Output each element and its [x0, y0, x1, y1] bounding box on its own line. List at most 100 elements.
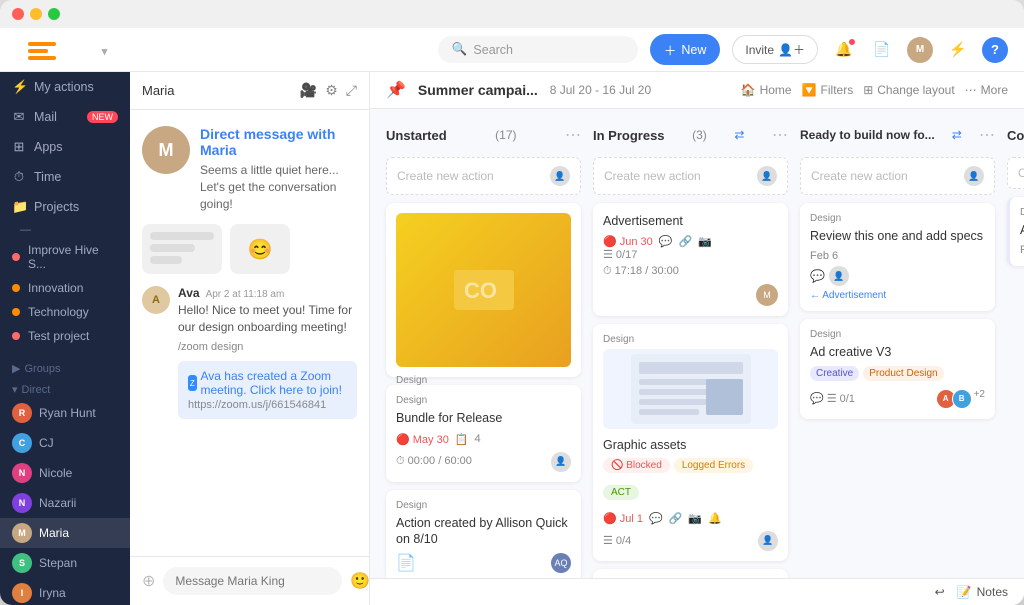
col-menu-unstarted[interactable]: ⋯	[565, 125, 581, 145]
minimize-button[interactable]	[30, 8, 42, 20]
notes-button[interactable]: 📝 Notes	[957, 585, 1008, 599]
apps-button[interactable]: ⚡	[944, 36, 972, 64]
document-button[interactable]: 📄	[868, 36, 896, 64]
actions-icon: ⚡	[12, 79, 26, 95]
card-advertisement[interactable]: Advertisement 🔴 Jun 30 💬 🔗 📷 ☰ 0/17 ⏱ 17…	[593, 203, 788, 316]
maximize-button[interactable]	[48, 8, 60, 20]
sidebar-groups-section[interactable]: ▶ Groups	[0, 356, 130, 377]
board-title: Summer campai...	[418, 82, 538, 98]
apps-grid-icon: ⊞	[12, 139, 26, 155]
undo-button[interactable]: ↩	[935, 585, 945, 599]
card-bundle-release[interactable]: Design Bundle for Release 🔴 May 30 📋 4 ⏱…	[386, 385, 581, 481]
zoom-url: https://zoom.us/j/661546841	[188, 399, 347, 411]
search-placeholder: Search	[473, 43, 513, 57]
project-dot	[12, 308, 20, 316]
sidebar-project-technology[interactable]: Technology	[0, 300, 130, 324]
dm-cj[interactable]: C CJ	[0, 428, 130, 458]
new-button[interactable]: ＋ New	[650, 34, 721, 65]
card-title: Ad creative ...	[1020, 222, 1024, 238]
task-count: 4	[475, 433, 481, 445]
dm-nazarii[interactable]: N Nazarii	[0, 488, 130, 518]
card-title: Action created by Allison Quick on 8/10	[396, 515, 571, 548]
sidebar-item-mail[interactable]: ✉ Mail NEW	[0, 102, 130, 132]
avatar: N	[12, 493, 32, 513]
sidebar-project-innovation[interactable]: Innovation	[0, 276, 130, 300]
card-ad-creative-v3[interactable]: Design Ad creative V3 Creative Product D…	[800, 319, 995, 418]
expand-icon[interactable]: ⤢	[346, 82, 357, 99]
card-ref: ← Advertisement	[810, 290, 985, 301]
create-action-ready[interactable]: Create new action 👤	[800, 157, 995, 195]
assign-icon: 👤	[758, 531, 778, 551]
card-doc-thumb	[603, 349, 778, 429]
card-time-tracking[interactable]: CO Design Time tracking app 🚫 Blocked 🔴 …	[386, 203, 581, 377]
dm-iryna[interactable]: I Iryna	[0, 578, 130, 605]
video-icon[interactable]: 🎥	[300, 82, 317, 99]
sidebar-label-mail: Mail	[34, 110, 57, 124]
topbar-icons: 🔔 📄 M ⚡ ?	[830, 36, 1008, 64]
card-graphic-assets[interactable]: Design Graphi	[593, 324, 788, 560]
close-button[interactable]	[12, 8, 24, 20]
assign-avatar: AQ	[551, 553, 571, 573]
creative-chip: Creative	[810, 366, 859, 381]
board-date: 8 Jul 20 - 16 Jul 20	[550, 83, 651, 97]
home-button[interactable]: 🏠 Home	[741, 83, 792, 97]
sidebar-item-apps[interactable]: ⊞ Apps	[0, 132, 130, 162]
col-title-ready: Ready to build now fo...	[800, 128, 935, 142]
meta-icon: 🔗	[669, 512, 683, 525]
zoom-link-card[interactable]: Z Ava has created a Zoom meeting. Click …	[178, 361, 357, 419]
sidebar-label-projects: Projects	[34, 200, 79, 214]
avatar: B	[952, 389, 972, 409]
dm-maria[interactable]: M Maria	[0, 518, 130, 548]
invite-icon: 👤＋	[778, 41, 805, 58]
notes-label: Notes	[977, 585, 1008, 599]
filters-button[interactable]: 🔽 Filters	[802, 83, 854, 97]
card-title: Advertisement	[603, 213, 778, 229]
change-layout-button[interactable]: ⊞ Change layout	[863, 83, 954, 97]
dm-nicole[interactable]: N Nicole	[0, 458, 130, 488]
comment-icon: 💬	[810, 269, 825, 283]
sidebar-item-projects[interactable]: 📁 Projects	[0, 192, 130, 222]
plus-icon[interactable]: ⊕	[142, 571, 155, 591]
help-button[interactable]: ?	[982, 37, 1008, 63]
card-meta: Feb 6	[1020, 244, 1024, 256]
meta-icon: 🔔	[708, 512, 722, 525]
chevron-down-icon: ▾	[12, 383, 18, 396]
sidebar-item-my-actions[interactable]: ⚡ My actions	[0, 72, 130, 102]
chat-intro-text: Direct message with Maria Seems a little…	[200, 126, 357, 212]
assign-icon: 👤	[550, 166, 570, 186]
invite-button[interactable]: Invite 👤＋	[732, 35, 818, 64]
card-review-specs[interactable]: Design Review this one and add specs Feb…	[800, 203, 995, 311]
sidebar-direct-section[interactable]: ▾ Direct	[0, 377, 130, 398]
topbar: Hive ▾ 🔍 Search ＋ New Invite 👤＋ 🔔 📄 M ⚡	[0, 28, 1024, 72]
more-button[interactable]: ⋯ More	[965, 83, 1008, 97]
search-bar[interactable]: 🔍 Search	[438, 36, 638, 63]
sidebar: ⚡ My actions ✉ Mail NEW ⊞ Apps ⏱ Time 📁 …	[0, 72, 130, 605]
chat-panel: Maria 🎥 ⚙ ⤢ M Direct message with Maria …	[130, 72, 370, 605]
chat-input[interactable]	[163, 567, 342, 595]
zoom-icon: Z	[188, 375, 197, 391]
create-action-in-progress[interactable]: Create new action 👤	[593, 157, 788, 195]
message-zoom-command: /zoom design	[178, 340, 357, 355]
card-banner-ad[interactable]: Design Banner ad creative May 18	[593, 569, 788, 579]
create-action-completed[interactable]: Create new...	[1007, 157, 1024, 189]
user-avatar-button[interactable]: M	[906, 36, 934, 64]
col-menu[interactable]: ⋯	[979, 125, 995, 145]
meta-icon: 💬	[659, 235, 673, 248]
meta-icon: 💬	[649, 512, 663, 525]
create-action-unstarted[interactable]: Create new action 👤	[386, 157, 581, 195]
settings-icon[interactable]: ⚙	[325, 82, 338, 99]
notifications-button[interactable]: 🔔	[830, 36, 858, 64]
logged-tag: Logged Errors	[674, 458, 753, 473]
emoji-icon[interactable]: 🙂	[350, 571, 370, 591]
card-allison-action[interactable]: Design Action created by Allison Quick o…	[386, 490, 581, 579]
sidebar-project-test[interactable]: Test project	[0, 324, 130, 348]
chat-bubbles: 😊	[142, 224, 357, 274]
col-header-in-progress: In Progress (3) ⇄ ⋯	[593, 121, 788, 149]
dm-stepan[interactable]: S Stepan	[0, 548, 130, 578]
sidebar-item-time[interactable]: ⏱ Time	[0, 162, 130, 192]
dm-ryan-hunt[interactable]: R Ryan Hunt	[0, 398, 130, 428]
sidebar-project-improve[interactable]: Improve Hive S...	[0, 238, 130, 276]
chat-body: M Direct message with Maria Seems a litt…	[130, 110, 369, 556]
card-ad-creative[interactable]: Design Ad creative ... Feb 6	[1007, 197, 1024, 266]
col-menu[interactable]: ⋯	[772, 125, 788, 145]
